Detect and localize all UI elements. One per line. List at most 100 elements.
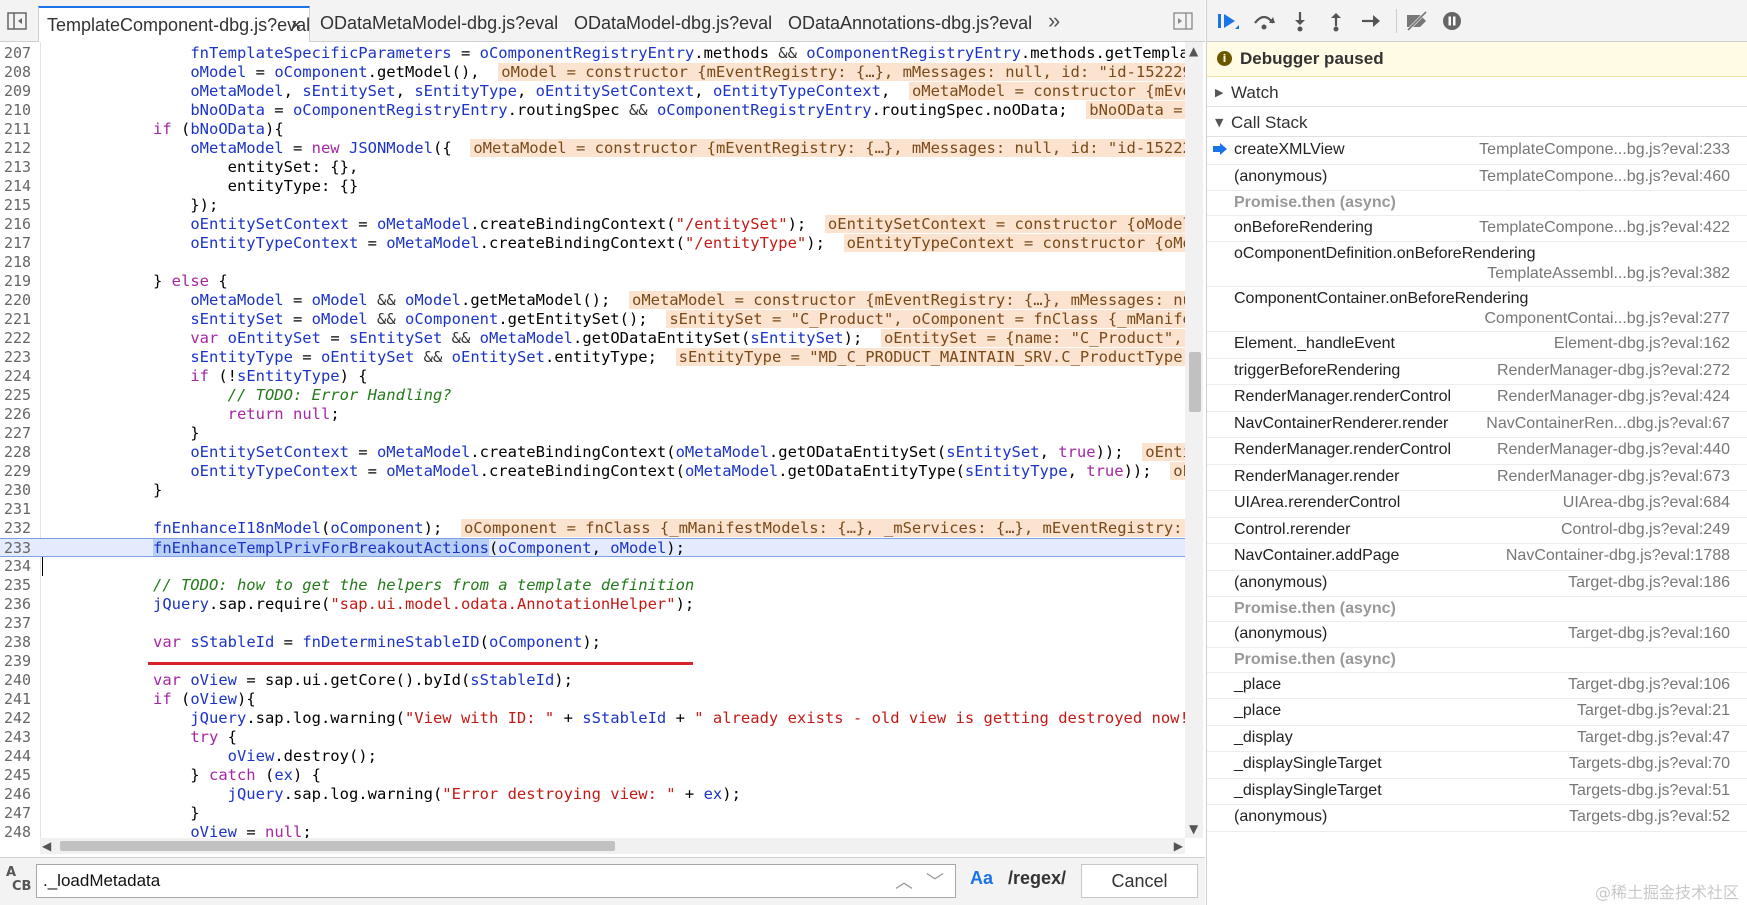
code-line[interactable]: 216 oEntitySetContext = oMetaModel.creat… [0,215,1185,234]
call-frame[interactable]: _place Target-dbg.js?eval:106 [1207,673,1747,699]
code-line[interactable]: 230 } [0,481,1185,500]
line-number[interactable]: 231 [0,500,38,519]
more-tabs-icon[interactable]: » [1048,8,1060,34]
call-frame[interactable]: Control.rerender Control-dbg.js?eval:249 [1207,518,1747,544]
line-number[interactable]: 220 [0,291,38,310]
line-number[interactable]: 230 [0,481,38,500]
previous-match-icon[interactable]: ︿ [895,868,913,894]
code-line[interactable]: 222 var oEntitySet = sEntitySet && oMeta… [0,329,1185,348]
call-frame[interactable]: _displaySingleTarget Targets-dbg.js?eval:… [1207,752,1747,779]
code-line[interactable]: 231 [0,500,1185,519]
line-number[interactable]: 245 [0,766,38,785]
deactivate-breakpoints-icon[interactable] [1404,9,1430,33]
line-number[interactable]: 244 [0,747,38,766]
line-number[interactable]: 229 [0,462,38,481]
frame-location-link[interactable]: Target-dbg.js?eval:21 [1577,702,1730,720]
line-number[interactable]: 223 [0,348,38,367]
frame-location-link[interactable]: Target-dbg.js?eval:106 [1568,676,1730,694]
frame-location-link[interactable]: Target-dbg.js?eval:47 [1577,729,1730,747]
code-line[interactable]: 236 jQuery.sap.require("sap.ui.model.oda… [0,595,1185,614]
line-number[interactable]: 236 [0,595,38,614]
line-number[interactable]: 212 [0,139,38,158]
code-line[interactable]: 221 sEntitySet = oModel && oComponent.ge… [0,310,1185,329]
frame-location-link[interactable]: NavContainerRen...dbg.js?eval:67 [1486,415,1730,433]
line-number[interactable]: 226 [0,405,38,424]
scroll-down-icon[interactable]: ▼ [1189,822,1198,836]
code-line[interactable]: 225 // TODO: Error Handling? [0,386,1185,405]
code-line[interactable]: 208 oModel = oComponent.getModel(), oMod… [0,63,1185,82]
code-line[interactable]: 235 // TODO: how to get the helpers from… [0,576,1185,595]
code-line[interactable]: 220 oMetaModel = oModel && oModel.getMet… [0,291,1185,310]
vertical-scroll-thumb[interactable] [1189,352,1201,412]
code-line[interactable]: 245 } catch (ex) { [0,766,1185,785]
tab-odatametamodel[interactable]: ODataMetaModel-dbg.js?eval [320,6,558,42]
line-number[interactable]: 221 [0,310,38,329]
code-line[interactable]: 210 bNoOData = oComponentRegistryEntry.r… [0,101,1185,120]
call-frame[interactable]: ComponentContainer.onBeforeRendering Comp… [1207,287,1747,332]
frame-location-link[interactable]: Targets-dbg.js?eval:70 [1569,755,1730,773]
code-line[interactable]: 234 [0,557,1185,576]
line-number[interactable]: 242 [0,709,38,728]
line-number[interactable]: 239 [0,652,38,671]
call-frame[interactable]: (anonymous) TemplateCompone...bg.js?eval:… [1207,165,1747,191]
watch-section-header[interactable]: ▶ Watch [1207,78,1747,107]
line-number[interactable]: 246 [0,785,38,804]
line-number[interactable]: 247 [0,804,38,823]
search-input[interactable]: ._loadMetadata [36,864,956,898]
call-frame[interactable]: oComponentDefinition.onBeforeRendering Te… [1207,242,1747,287]
frame-location-link[interactable]: TemplateCompone...bg.js?eval:233 [1479,141,1730,159]
code-line[interactable]: 238 var sStableId = fnDetermineStableID(… [0,633,1185,652]
code-line[interactable]: 213 entitySet: {}, [0,158,1185,177]
pause-on-exceptions-icon[interactable] [1439,9,1465,33]
line-number[interactable]: 207 [0,44,38,63]
code-line[interactable]: 217 oEntityTypeContext = oMetaModel.crea… [0,234,1185,253]
horizontal-scroll-thumb[interactable] [60,841,615,851]
frame-location-link[interactable]: Target-dbg.js?eval:160 [1568,625,1730,643]
resume-icon[interactable] [1215,9,1241,33]
call-stack-section-header[interactable]: ▼ Call Stack [1207,108,1747,137]
code-line[interactable]: 215 }); [0,196,1185,215]
code-editor[interactable]: 207 fnTemplateSpecificParameters = oComp… [0,42,1205,840]
line-number[interactable]: 237 [0,614,38,633]
code-line[interactable]: 243 try { [0,728,1185,747]
code-line[interactable]: 209 oMetaModel, sEntitySet, sEntityType,… [0,82,1185,101]
line-number[interactable]: 222 [0,329,38,348]
line-number[interactable]: 238 [0,633,38,652]
code-line[interactable]: 219 } else { [0,272,1185,291]
code-line[interactable]: 241 if (oView){ [0,690,1185,709]
line-number[interactable]: 213 [0,158,38,177]
call-frame[interactable]: RenderManager.renderControl RenderManager… [1207,438,1747,465]
line-number[interactable]: 215 [0,196,38,215]
line-number[interactable]: 208 [0,63,38,82]
scroll-left-icon[interactable]: ◀ [42,839,51,853]
line-number[interactable]: 211 [0,120,38,139]
navigator-toggle-icon[interactable] [6,10,28,32]
call-frame[interactable]: UIArea.rerenderControl UIArea-dbg.js?eval… [1207,491,1747,518]
line-number[interactable]: 210 [0,101,38,120]
tab-odatamodel[interactable]: ODataModel-dbg.js?eval [574,6,774,42]
frame-location-link[interactable]: RenderManager-dbg.js?eval:424 [1497,388,1730,406]
call-frame[interactable]: _displaySingleTarget Targets-dbg.js?eval:… [1207,779,1747,805]
frame-location-link[interactable]: Control-dbg.js?eval:249 [1561,521,1730,539]
code-line[interactable]: 224 if (!sEntityType) { [0,367,1185,386]
code-line[interactable]: 228 oEntitySetContext = oMetaModel.creat… [0,443,1185,462]
code-line[interactable]: 227 } [0,424,1185,443]
call-frame[interactable]: RenderManager.renderControl RenderManager… [1207,385,1747,412]
call-frame[interactable]: NavContainerRenderer.render NavContainerR… [1207,412,1747,438]
debugger-sidebar-toggle-icon[interactable] [1173,12,1193,30]
line-number[interactable]: 216 [0,215,38,234]
step-into-icon[interactable] [1287,9,1313,33]
call-frame[interactable]: _place Target-dbg.js?eval:21 [1207,699,1747,726]
code-line[interactable]: 244 oView.destroy(); [0,747,1185,766]
call-frame[interactable]: (anonymous) Target-dbg.js?eval:160 [1207,622,1747,648]
scroll-right-icon[interactable]: ▶ [1174,839,1183,853]
match-case-toggle[interactable]: Aa [970,868,993,889]
step-out-icon[interactable] [1323,9,1349,33]
frame-location-link[interactable]: NavContainer-dbg.js?eval:1788 [1506,547,1730,565]
call-frame[interactable]: triggerBeforeRendering RenderManager-dbg.… [1207,359,1747,385]
code-line[interactable]: 246 jQuery.sap.log.warning("Error destro… [0,785,1185,804]
line-number[interactable]: 214 [0,177,38,196]
step-icon[interactable] [1359,9,1385,33]
editor-horizontal-scrollbar[interactable]: ◀ ▶ [40,838,1185,854]
frame-location-link[interactable]: TemplateCompone...bg.js?eval:422 [1479,219,1730,237]
